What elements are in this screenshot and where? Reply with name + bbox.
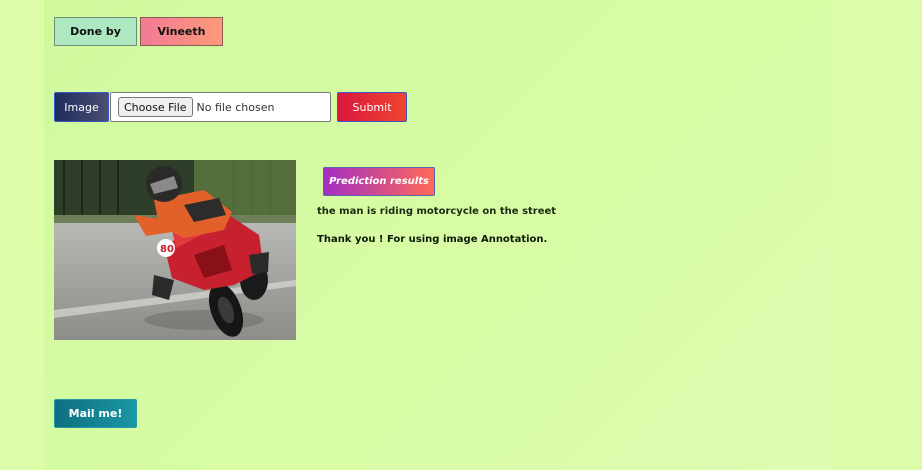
prediction-results-button[interactable]: Prediction results — [323, 167, 435, 196]
submit-button[interactable]: Submit — [337, 92, 407, 122]
image-field-label: Image — [54, 92, 109, 122]
prediction-caption: the man is riding motorcycle on the stre… — [317, 206, 557, 217]
svg-text:80: 80 — [160, 244, 174, 255]
file-input[interactable]: Choose File No file chosen — [110, 92, 331, 122]
choose-file-button[interactable]: Choose File — [118, 97, 193, 117]
thank-you-message: Thank you ! For using image Annotation. — [317, 234, 548, 245]
motorcycle-rider-photo: 80 — [54, 160, 296, 340]
done-by-label: Done by — [54, 17, 137, 46]
author-name-label: Vineeth — [140, 17, 223, 46]
mail-me-button[interactable]: Mail me! — [54, 399, 137, 428]
file-status-text: No file chosen — [196, 100, 275, 114]
